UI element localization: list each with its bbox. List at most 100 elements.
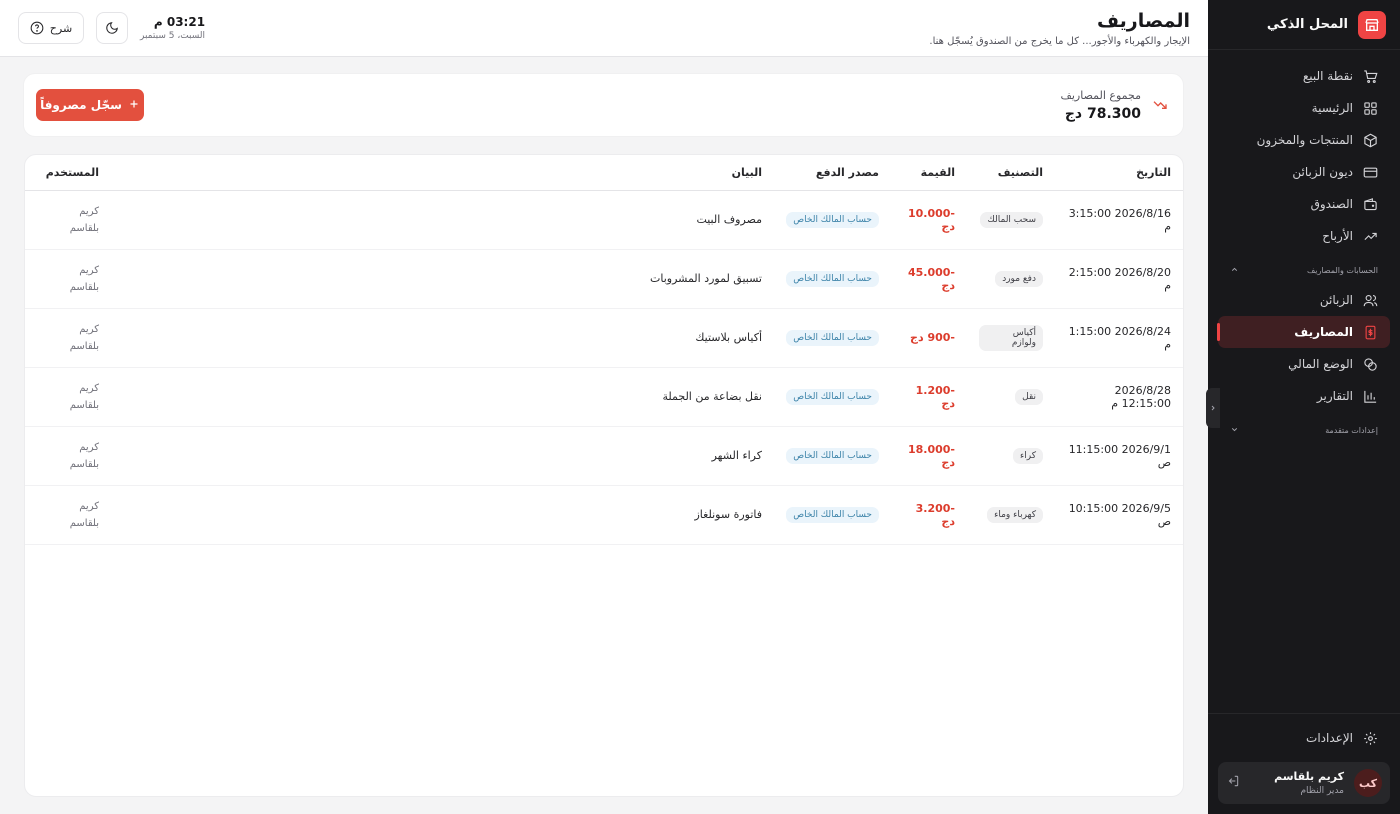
expenses-table-card: التاريخ التصنيف القيمة مصدر الدفع البيان… — [24, 154, 1184, 797]
cell-value: -45.000 دج — [891, 249, 967, 309]
help-circle-icon — [30, 21, 44, 35]
cell-source: حساب المالك الخاص — [774, 426, 891, 486]
grid-icon — [1364, 101, 1377, 115]
sidebar-item-expenses[interactable]: المصاريف — [1217, 316, 1390, 348]
sidebar-item-customers[interactable]: الزبائن — [1218, 284, 1390, 316]
sidebar-item-label: الصندوق — [1310, 197, 1353, 211]
header-value[interactable]: القيمة — [891, 155, 967, 191]
summary-label: مجموع المصاريف — [1060, 88, 1141, 102]
chevron-up-icon — [1230, 265, 1239, 276]
user-first: كريم — [79, 323, 99, 335]
user-first: كريم — [79, 264, 99, 276]
avatar: كب — [1354, 769, 1382, 797]
source-badge: حساب المالك الخاص — [786, 270, 879, 287]
trend-down-icon — [1149, 87, 1171, 123]
header-user[interactable]: المستخدم — [25, 155, 111, 191]
nav-group-accounts[interactable]: الحسابات والمصاريف — [1218, 256, 1390, 284]
sidebar-item-cashbox[interactable]: الصندوق — [1218, 188, 1390, 220]
cart-icon — [1364, 69, 1378, 83]
cell-date: 2026/9/5 10:15:00 ص — [1055, 485, 1183, 545]
sidebar-item-profits[interactable]: الأرباح — [1218, 220, 1390, 252]
cell-statement: كراء الشهر — [111, 426, 774, 486]
cell-category: أكياس ولوازم — [967, 308, 1055, 368]
header-category[interactable]: التصنيف — [967, 155, 1055, 191]
users-icon — [1363, 294, 1378, 306]
sidebar-item-label: المصاريف — [1294, 325, 1353, 339]
user-first: كريم — [79, 500, 99, 512]
main-content: المصاريف الإيجار والكهرباء والأجور... كل… — [0, 0, 1208, 814]
header-date[interactable]: التاريخ — [1055, 155, 1183, 191]
chevron-right-icon — [1211, 405, 1215, 411]
sidebar-nav: نقطة البيع الرئيسية المنتجات والمخزون دي… — [1208, 50, 1400, 713]
table-row[interactable]: 2026/9/1 11:15:00 ص كراء -18.000 دج حساب… — [25, 426, 1183, 486]
clock: 03:21 م السبت، 5 سبتمبر — [140, 15, 205, 41]
cell-value: -3.200 دج — [891, 485, 967, 545]
add-expense-button[interactable]: سجّل مصروفاً — [36, 89, 144, 121]
cell-category: دفع مورد — [967, 249, 1055, 309]
nav-group-advanced[interactable]: إعدادات متقدمة — [1218, 416, 1390, 444]
category-badge: سحب المالك — [980, 211, 1043, 228]
page-title: المصاريف — [1097, 9, 1190, 32]
sidebar-item-label: الوضع المالي — [1288, 357, 1353, 371]
user-first: كريم — [79, 382, 99, 394]
table-header-row: التاريخ التصنيف القيمة مصدر الدفع البيان… — [25, 155, 1183, 191]
help-button[interactable]: شرح — [18, 12, 84, 44]
sidebar-item-label: الرئيسية — [1311, 101, 1353, 115]
cell-source: حساب المالك الخاص — [774, 367, 891, 427]
cell-statement: تسبيق لمورد المشروبات — [111, 249, 774, 309]
sidebar-item-financial-status[interactable]: الوضع المالي — [1218, 348, 1390, 380]
user-name: كريم بلقاسم — [1274, 770, 1344, 783]
cell-statement: مصروف البيت — [111, 190, 774, 250]
table-row[interactable]: 2026/8/28 12:15:00 م نقل -1.200 دج حساب … — [25, 367, 1183, 427]
cell-category: نقل — [967, 367, 1055, 427]
cell-value: -18.000 دج — [891, 426, 967, 486]
sidebar-item-products[interactable]: المنتجات والمخزون — [1218, 124, 1390, 156]
cell-date: 2026/8/16 3:15:00 م — [1055, 190, 1183, 250]
bar-chart-icon — [1364, 390, 1377, 403]
cell-value: -1.200 دج — [891, 367, 967, 427]
table-row[interactable]: 2026/8/24 1:15:00 م أكياس ولوازم -900 دج… — [25, 308, 1183, 368]
table-row[interactable]: 2026/9/5 10:15:00 ص كهرباء وماء -3.200 د… — [25, 485, 1183, 545]
cell-value: -900 دج — [891, 308, 967, 368]
user-last: بلقاسم — [69, 517, 99, 529]
sidebar-item-settings[interactable]: الإعدادات — [1218, 714, 1390, 762]
logout-icon[interactable] — [1226, 774, 1240, 792]
sidebar-item-debts[interactable]: ديون الزبائن — [1218, 156, 1390, 188]
cell-date: 2026/9/1 11:15:00 ص — [1055, 426, 1183, 486]
user-first: كريم — [79, 205, 99, 217]
clock-time: 03:21 م — [153, 15, 206, 29]
user-last: بلقاسم — [69, 399, 99, 411]
cell-user: كريم بلقاسم — [25, 249, 111, 309]
sidebar-item-reports[interactable]: التقارير — [1218, 380, 1390, 412]
cell-user: كريم بلقاسم — [25, 308, 111, 368]
sidebar-collapse-handle[interactable] — [1206, 388, 1220, 428]
user-card: كب كريم بلقاسم مدير النظام — [1218, 762, 1390, 804]
sidebar-item-label: نقطة البيع — [1302, 69, 1353, 83]
sidebar-item-label: الإعدادات — [1306, 731, 1353, 745]
nav-group-label: إعدادات متقدمة — [1325, 425, 1378, 435]
sidebar-item-home[interactable]: الرئيسية — [1218, 92, 1390, 124]
user-last: بلقاسم — [69, 458, 99, 470]
header-source[interactable]: مصدر الدفع — [774, 155, 891, 191]
cell-user: كريم بلقاسم — [25, 426, 111, 486]
user-last: بلقاسم — [69, 281, 99, 293]
source-badge: حساب المالك الخاص — [786, 447, 879, 464]
cell-source: حساب المالك الخاص — [774, 249, 891, 309]
gear-icon — [1364, 731, 1377, 745]
cell-category: كهرباء وماء — [967, 485, 1055, 545]
sidebar-item-pos[interactable]: نقطة البيع — [1218, 60, 1390, 92]
coins-icon — [1364, 357, 1377, 371]
table-row[interactable]: 2026/8/20 2:15:00 م دفع مورد -45.000 دج … — [25, 249, 1183, 309]
topbar: المصاريف الإيجار والكهرباء والأجور... كل… — [0, 0, 1208, 57]
table-row[interactable]: 2026/8/16 3:15:00 م سحب المالك -10.000 د… — [25, 190, 1183, 250]
header-statement[interactable]: البيان — [111, 155, 774, 191]
brand: المحل الذكي — [1208, 0, 1400, 50]
theme-toggle-button[interactable] — [96, 12, 128, 44]
trend-up-icon — [1364, 232, 1377, 240]
source-badge: حساب المالك الخاص — [786, 329, 879, 346]
sidebar-footer: الإعدادات كب كريم بلقاسم مدير النظام — [1208, 713, 1400, 814]
add-expense-label: سجّل مصروفاً — [40, 98, 122, 112]
category-badge: كهرباء وماء — [987, 506, 1043, 523]
cell-user: كريم بلقاسم — [25, 190, 111, 250]
page-heading: المصاريف الإيجار والكهرباء والأجور... كل… — [929, 10, 1190, 47]
